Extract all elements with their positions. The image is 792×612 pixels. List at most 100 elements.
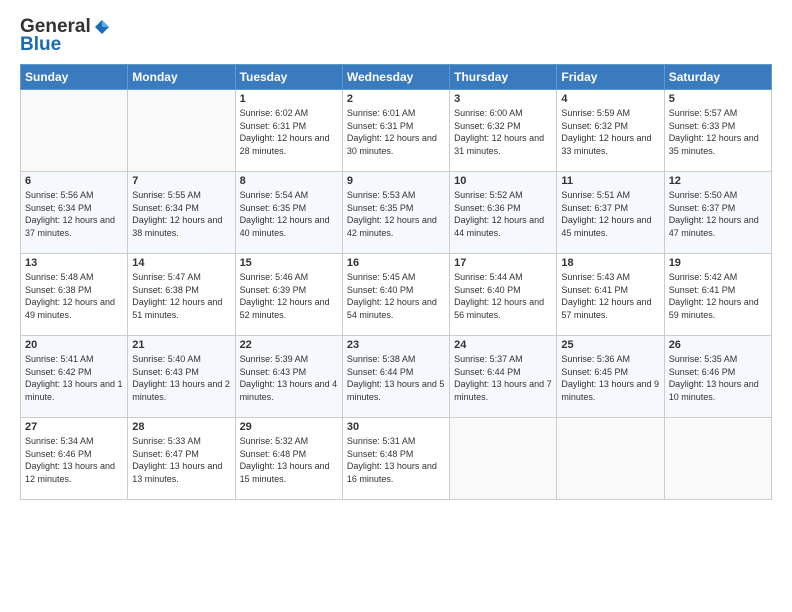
day-info: Sunrise: 6:00 AM Sunset: 6:32 PM Dayligh… [454,107,552,157]
day-number: 13 [25,257,123,269]
day-number: 11 [561,175,659,187]
day-number: 25 [561,339,659,351]
day-info: Sunrise: 5:32 AM Sunset: 6:48 PM Dayligh… [240,435,338,485]
day-number: 30 [347,421,445,433]
calendar-week-row: 27Sunrise: 5:34 AM Sunset: 6:46 PM Dayli… [21,418,772,500]
day-info: Sunrise: 5:48 AM Sunset: 6:38 PM Dayligh… [25,271,123,321]
day-info: Sunrise: 5:47 AM Sunset: 6:38 PM Dayligh… [132,271,230,321]
header: General Blue [20,16,772,56]
day-info: Sunrise: 5:33 AM Sunset: 6:47 PM Dayligh… [132,435,230,485]
day-info: Sunrise: 5:31 AM Sunset: 6:48 PM Dayligh… [347,435,445,485]
day-number: 27 [25,421,123,433]
day-number: 22 [240,339,338,351]
day-number: 4 [561,93,659,105]
calendar-cell: 20Sunrise: 5:41 AM Sunset: 6:42 PM Dayli… [21,336,128,418]
day-info: Sunrise: 5:37 AM Sunset: 6:44 PM Dayligh… [454,353,552,403]
calendar-week-row: 1 Sunrise: 6:02 AM Sunset: 6:31 PM Daylig… [21,90,772,172]
day-number: 16 [347,257,445,269]
day-number: 20 [25,339,123,351]
calendar-cell: 10 Sunrise: 5:52 AM Sunset: 6:36 PM Dayli… [450,172,557,254]
calendar-cell: 12 Sunrise: 5:50 AM Sunset: 6:37 PM Dayli… [664,172,771,254]
weekday-header: Thursday [450,65,557,90]
calendar-cell: 14 Sunrise: 5:47 AM Sunset: 6:38 PM Dayli… [128,254,235,336]
calendar-cell: 22 Sunrise: 5:39 AM Sunset: 6:43 PM Dayli… [235,336,342,418]
day-info: Sunrise: 5:43 AM Sunset: 6:41 PM Dayligh… [561,271,659,321]
day-info: Sunrise: 5:40 AM Sunset: 6:43 PM Dayligh… [132,353,230,403]
day-info: Sunrise: 6:02 AM Sunset: 6:31 PM Dayligh… [240,107,338,157]
calendar-cell: 27Sunrise: 5:34 AM Sunset: 6:46 PM Dayli… [21,418,128,500]
calendar-cell: 24 Sunrise: 5:37 AM Sunset: 6:44 PM Dayli… [450,336,557,418]
calendar-cell: 4Sunrise: 5:59 AM Sunset: 6:32 PM Daylig… [557,90,664,172]
day-number: 18 [561,257,659,269]
day-number: 24 [454,339,552,351]
day-info: Sunrise: 5:52 AM Sunset: 6:36 PM Dayligh… [454,189,552,239]
calendar-cell: 29 Sunrise: 5:32 AM Sunset: 6:48 PM Dayli… [235,418,342,500]
day-number: 12 [669,175,767,187]
day-info: Sunrise: 5:55 AM Sunset: 6:34 PM Dayligh… [132,189,230,239]
day-number: 10 [454,175,552,187]
calendar-cell [21,90,128,172]
day-info: Sunrise: 5:56 AM Sunset: 6:34 PM Dayligh… [25,189,123,239]
day-info: Sunrise: 5:57 AM Sunset: 6:33 PM Dayligh… [669,107,767,157]
day-number: 1 [240,93,338,105]
day-info: Sunrise: 6:01 AM Sunset: 6:31 PM Dayligh… [347,107,445,157]
day-number: 19 [669,257,767,269]
calendar-cell: 7 Sunrise: 5:55 AM Sunset: 6:34 PM Daylig… [128,172,235,254]
weekday-header: Sunday [21,65,128,90]
day-info: Sunrise: 5:53 AM Sunset: 6:35 PM Dayligh… [347,189,445,239]
calendar-cell [557,418,664,500]
calendar-cell [128,90,235,172]
day-info: Sunrise: 5:50 AM Sunset: 6:37 PM Dayligh… [669,189,767,239]
calendar-cell: 18 Sunrise: 5:43 AM Sunset: 6:41 PM Dayli… [557,254,664,336]
calendar-cell: 26 Sunrise: 5:35 AM Sunset: 6:46 PM Dayli… [664,336,771,418]
calendar-cell: 21 Sunrise: 5:40 AM Sunset: 6:43 PM Dayli… [128,336,235,418]
day-number: 9 [347,175,445,187]
day-info: Sunrise: 5:35 AM Sunset: 6:46 PM Dayligh… [669,353,767,403]
day-info: Sunrise: 5:42 AM Sunset: 6:41 PM Dayligh… [669,271,767,321]
day-number: 14 [132,257,230,269]
day-number: 7 [132,175,230,187]
calendar-cell: 13 Sunrise: 5:48 AM Sunset: 6:38 PM Dayli… [21,254,128,336]
calendar-cell [450,418,557,500]
day-number: 3 [454,93,552,105]
calendar-cell: 3 Sunrise: 6:00 AM Sunset: 6:32 PM Daylig… [450,90,557,172]
day-number: 26 [669,339,767,351]
calendar-cell: 5 Sunrise: 5:57 AM Sunset: 6:33 PM Daylig… [664,90,771,172]
calendar-cell: 30 Sunrise: 5:31 AM Sunset: 6:48 PM Dayli… [342,418,449,500]
calendar-cell: 16 Sunrise: 5:45 AM Sunset: 6:40 PM Dayli… [342,254,449,336]
calendar-cell: 1 Sunrise: 6:02 AM Sunset: 6:31 PM Daylig… [235,90,342,172]
day-info: Sunrise: 5:54 AM Sunset: 6:35 PM Dayligh… [240,189,338,239]
day-number: 6 [25,175,123,187]
calendar-cell: 2 Sunrise: 6:01 AM Sunset: 6:31 PM Daylig… [342,90,449,172]
calendar-week-row: 20Sunrise: 5:41 AM Sunset: 6:42 PM Dayli… [21,336,772,418]
day-number: 5 [669,93,767,105]
day-number: 21 [132,339,230,351]
calendar-cell: 19 Sunrise: 5:42 AM Sunset: 6:41 PM Dayli… [664,254,771,336]
weekday-header: Saturday [664,65,771,90]
weekday-header: Tuesday [235,65,342,90]
calendar-cell: 25 Sunrise: 5:36 AM Sunset: 6:45 PM Dayli… [557,336,664,418]
day-info: Sunrise: 5:51 AM Sunset: 6:37 PM Dayligh… [561,189,659,239]
day-info: Sunrise: 5:38 AM Sunset: 6:44 PM Dayligh… [347,353,445,403]
day-number: 28 [132,421,230,433]
day-number: 2 [347,93,445,105]
day-number: 15 [240,257,338,269]
calendar: SundayMondayTuesdayWednesdayThursdayFrid… [20,64,772,500]
calendar-cell: 11 Sunrise: 5:51 AM Sunset: 6:37 PM Dayli… [557,172,664,254]
day-info: Sunrise: 5:45 AM Sunset: 6:40 PM Dayligh… [347,271,445,321]
calendar-cell: 9 Sunrise: 5:53 AM Sunset: 6:35 PM Daylig… [342,172,449,254]
logo: General Blue [20,16,111,56]
calendar-header-row: SundayMondayTuesdayWednesdayThursdayFrid… [21,65,772,90]
day-info: Sunrise: 5:44 AM Sunset: 6:40 PM Dayligh… [454,271,552,321]
day-info: Sunrise: 5:36 AM Sunset: 6:45 PM Dayligh… [561,353,659,403]
weekday-header: Friday [557,65,664,90]
day-number: 29 [240,421,338,433]
calendar-cell: 28 Sunrise: 5:33 AM Sunset: 6:47 PM Dayli… [128,418,235,500]
day-number: 23 [347,339,445,351]
weekday-header: Monday [128,65,235,90]
day-number: 17 [454,257,552,269]
calendar-cell: 6 Sunrise: 5:56 AM Sunset: 6:34 PM Daylig… [21,172,128,254]
day-info: Sunrise: 5:39 AM Sunset: 6:43 PM Dayligh… [240,353,338,403]
calendar-week-row: 6 Sunrise: 5:56 AM Sunset: 6:34 PM Daylig… [21,172,772,254]
day-info: Sunrise: 5:46 AM Sunset: 6:39 PM Dayligh… [240,271,338,321]
